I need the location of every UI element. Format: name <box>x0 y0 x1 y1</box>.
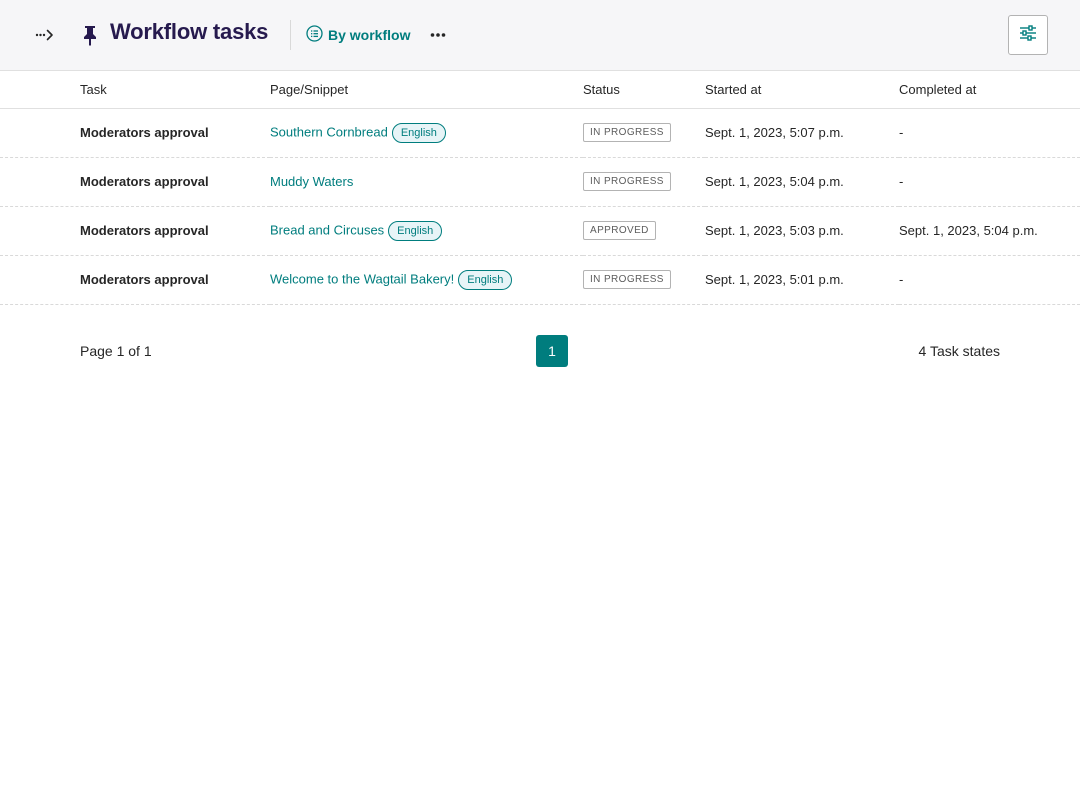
table-row: Moderators approval Southern Cornbread En… <box>0 108 1080 158</box>
locale-badge: English <box>388 220 443 241</box>
table-row: Moderators approval Muddy Waters IN PROG… <box>0 157 1080 207</box>
pagination: Page 1 of 1 1 4 Task states <box>0 335 1080 367</box>
completed-at: Sept. 1, 2023, 5:04 p.m. <box>899 206 1080 256</box>
page-link[interactable]: Welcome to the Wagtail Bakery! <box>270 271 454 286</box>
started-at: Sept. 1, 2023, 5:01 p.m. <box>705 255 899 305</box>
page-number-button[interactable]: 1 <box>536 335 568 367</box>
table-row: Moderators approval Bread and Circuses En… <box>0 206 1080 256</box>
task-name: Moderators approval <box>0 206 270 256</box>
column-header-completed[interactable]: Completed at <box>899 71 1080 109</box>
page-title: Workflow tasks <box>110 19 269 44</box>
header-divider <box>290 20 291 50</box>
status-badge: IN PROGRESS <box>583 172 671 191</box>
page-link[interactable]: Muddy Waters <box>270 174 353 189</box>
column-header-started[interactable]: Started at <box>705 71 899 109</box>
page-link[interactable]: Bread and Circuses <box>270 222 384 237</box>
column-header-task[interactable]: Task <box>0 71 270 109</box>
by-workflow-button[interactable]: By workflow <box>306 24 410 46</box>
page-info: Page 1 of 1 <box>80 343 152 359</box>
task-name: Moderators approval <box>0 157 270 207</box>
list-icon <box>306 25 323 45</box>
filter-button[interactable] <box>1008 15 1048 55</box>
completed-at: - <box>899 108 1080 158</box>
locale-badge: English <box>458 269 513 290</box>
locale-badge: English <box>391 122 446 143</box>
tasks-table: Task Page/Snippet Status Started at Comp… <box>0 71 1080 305</box>
column-header-status[interactable]: Status <box>583 71 705 109</box>
breadcrumb-expand-icon[interactable] <box>30 22 60 48</box>
table-header-row: Task Page/Snippet Status Started at Comp… <box>0 71 1080 109</box>
page-link[interactable]: Southern Cornbread <box>270 124 388 139</box>
started-at: Sept. 1, 2023, 5:07 p.m. <box>705 108 899 158</box>
by-workflow-label: By workflow <box>328 27 411 43</box>
started-at: Sept. 1, 2023, 5:04 p.m. <box>705 157 899 207</box>
task-name: Moderators approval <box>0 255 270 305</box>
completed-at: - <box>899 255 1080 305</box>
pin-icon <box>80 24 100 46</box>
table-row: Moderators approval Welcome to the Wagta… <box>0 255 1080 305</box>
status-badge: IN PROGRESS <box>583 123 671 142</box>
filter-sliders-icon <box>1019 24 1037 46</box>
status-badge: IN PROGRESS <box>583 270 671 289</box>
status-badge: APPROVED <box>583 221 656 240</box>
column-header-page[interactable]: Page/Snippet <box>270 71 583 109</box>
task-name: Moderators approval <box>0 108 270 158</box>
page-header: Workflow tasks By workflow <box>0 0 1080 71</box>
more-dots-icon[interactable] <box>426 24 450 46</box>
result-count: 4 Task states <box>918 343 1000 359</box>
completed-at: - <box>899 157 1080 207</box>
started-at: Sept. 1, 2023, 5:03 p.m. <box>705 206 899 256</box>
